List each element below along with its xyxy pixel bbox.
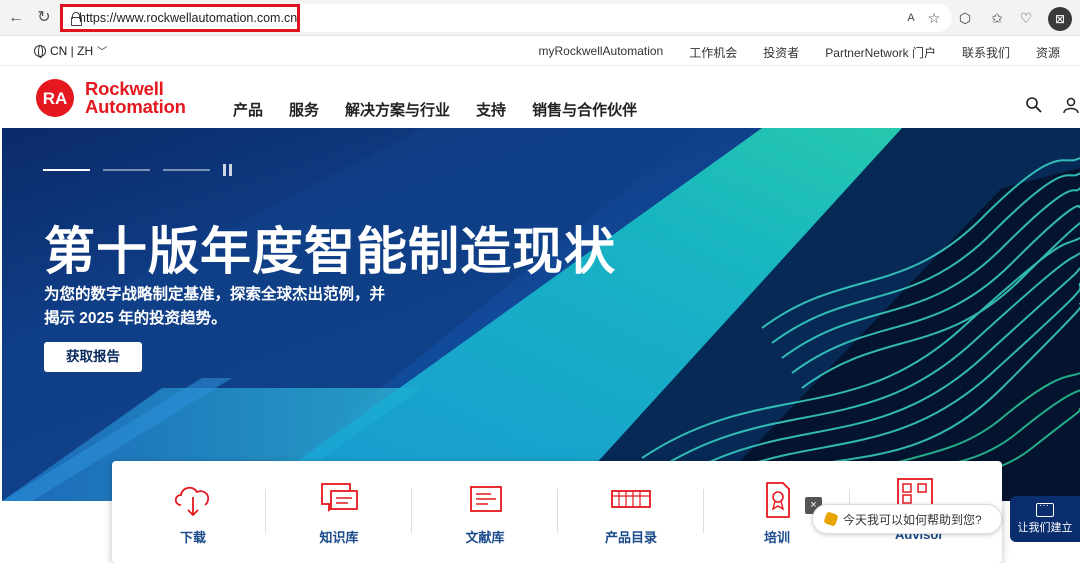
favorites-icon[interactable]: ✩ [988,9,1006,27]
address-bar-rest[interactable] [300,4,952,32]
chevron-down-icon: ﹀ [97,47,108,58]
chat-bot-icon [823,511,839,527]
main-header: RA Rockwell Automation 产品 服务 解决方案与行业 支持 … [0,66,1080,128]
language-selector[interactable]: CN | ZH ﹀ [34,43,107,58]
get-report-button[interactable]: 获取报告 [44,342,142,372]
search-icon[interactable] [1025,96,1043,114]
brand-wordmark[interactable]: Rockwell Automation [85,79,186,117]
favorite-star-icon[interactable]: ☆ [925,9,943,27]
hero-banner: 第十版年度智能制造现状 为您的数字战略制定基准，探索全球杰出范例，并 揭示 20… [2,128,1080,501]
util-link-investors[interactable]: 投资者 [763,44,799,61]
user-icon[interactable] [1062,96,1080,114]
hero-subtitle-line1: 为您的数字战略制定基准，探索全球杰出范例，并 [44,286,386,303]
language-label: CN | ZH [50,43,94,58]
nav-support[interactable]: 支持 [476,99,506,120]
utility-bar: CN | ZH ﹀ myRockwellAutomation 工作机会 投资者 … [0,36,1080,66]
quicklink-catalog[interactable]: 产品目录 [558,461,704,563]
quicklink-label: 下载 [179,530,206,545]
nav-services[interactable]: 服务 [289,99,319,120]
chat-prompt-text: 今天我可以如何帮助到您? [843,512,982,527]
util-link-myra[interactable]: myRockwellAutomation [539,44,664,61]
util-link-partnernetwork[interactable]: PartnerNetwork 门户 [825,44,936,61]
quicklink-label: 产品目录 [604,530,657,545]
nav-solutions[interactable]: 解决方案与行业 [345,99,450,120]
utility-links: myRockwellAutomation 工作机会 投资者 PartnerNet… [539,44,1060,61]
logo-badge-text: RA [43,89,68,108]
reload-icon[interactable]: ↻ [34,8,54,28]
back-icon[interactable]: ← [6,8,26,28]
url-text: https://www.rockwellautomation.com.cn [79,11,298,25]
browser-toolbar: ← ↻ https://www.rockwellautomation.com.c… [0,0,1080,36]
carousel-dot-3[interactable] [163,169,210,171]
quicklink-knowledgebase[interactable]: 知识库 [266,461,412,563]
chat-icon [1036,500,1054,517]
certificate-icon [766,482,790,518]
main-nav: 产品 服务 解决方案与行业 支持 销售与合作伙伴 [233,99,637,120]
brand-line2: Automation [85,96,186,117]
profile-avatar-icon[interactable]: ⊠ [1048,7,1072,31]
chat-prompt-bubble[interactable]: 今天我可以如何帮助到您? [812,504,1002,534]
address-bar[interactable]: https://www.rockwellautomation.com.cn [60,4,300,32]
quicklink-label: 知识库 [319,530,359,545]
chat-launch-button[interactable]: 让我们建立 [1010,496,1080,542]
chat-bubbles-icon [321,483,358,513]
extensions-icon[interactable]: ⬡ [956,9,974,27]
catalog-icon [611,490,651,508]
read-aloud-icon[interactable]: A [902,9,920,27]
cloud-download-icon [174,486,210,517]
chat-button-label: 让我们建立 [1017,522,1073,534]
util-link-careers[interactable]: 工作机会 [689,44,737,61]
carousel-dot-1[interactable] [43,169,90,171]
hero-subtitle: 为您的数字战略制定基准，探索全球杰出范例，并 揭示 2025 年的投资趋势。 [44,283,424,331]
util-link-contact[interactable]: 联系我们 [962,44,1010,61]
browser-essentials-icon[interactable]: ♡ [1017,9,1035,27]
document-icon [470,486,502,512]
globe-icon [34,44,46,58]
carousel-indicators [43,164,233,176]
util-link-resources[interactable]: 资源 [1036,44,1060,61]
hero-title: 第十版年度智能制造现状 [44,223,617,280]
quicklink-downloads[interactable]: 下载 [120,461,266,563]
pause-icon[interactable] [223,164,233,176]
rockwell-logo-icon[interactable]: RA [34,78,76,118]
nav-products[interactable]: 产品 [233,99,263,120]
carousel-dot-2[interactable] [103,169,150,171]
hero-subtitle-line2: 揭示 2025 年的投资趋势。 [44,310,227,327]
quicklink-label: 文献库 [465,530,505,545]
quicklink-literature[interactable]: 文献库 [412,461,558,563]
nav-sales-partners[interactable]: 销售与合作伙伴 [532,99,637,120]
